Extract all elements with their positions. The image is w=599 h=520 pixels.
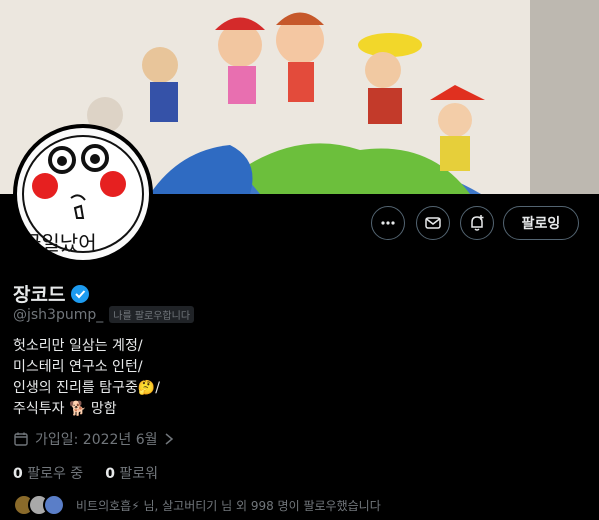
envelope-icon bbox=[425, 217, 441, 229]
more-horizontal-icon bbox=[381, 221, 395, 225]
profile-avatar[interactable]: 국일났어 bbox=[13, 124, 153, 264]
bio: 헛소리만 일삼는 계정/ 미스테리 연구소 인턴/ 인생의 진리를 탐구중🤔/ … bbox=[13, 336, 160, 420]
followers-count: 0 bbox=[105, 466, 115, 482]
followers-label: 팔로워 bbox=[119, 466, 159, 482]
avatar bbox=[43, 494, 65, 516]
bio-line: 미스테리 연구소 인턴/ bbox=[13, 359, 143, 375]
follow-stats: 0 팔로우 중 0 팔로워 bbox=[13, 463, 158, 483]
joined-date[interactable]: 가입일: 2022년 6월 bbox=[13, 429, 174, 449]
joined-label: 가입일: 2022년 6월 bbox=[35, 432, 158, 448]
following-stat[interactable]: 0 팔로우 중 bbox=[13, 463, 83, 483]
known-followers[interactable]: 비트의호흡⚡ 님, 살고버티기 님 외 998 명이 팔로우했습니다 bbox=[13, 494, 381, 516]
bio-line: 주식투자 🐕 망함 bbox=[13, 401, 117, 417]
name-row: 장코드 bbox=[13, 280, 90, 307]
following-label: 팔로우 중 bbox=[27, 466, 84, 482]
more-button[interactable] bbox=[371, 206, 405, 240]
known-followers-text: 비트의호흡⚡ 님, 살고버티기 님 외 998 명이 팔로우했습니다 bbox=[76, 498, 381, 513]
bio-line: 헛소리만 일삼는 계정/ bbox=[13, 338, 143, 354]
followers-stat[interactable]: 0 팔로워 bbox=[105, 463, 158, 483]
avatar-text: 국일났어 bbox=[23, 231, 97, 255]
notify-button[interactable] bbox=[460, 206, 494, 240]
avatar-drawing: 국일났어 bbox=[17, 128, 149, 260]
known-follower-avatars bbox=[13, 494, 65, 516]
display-name: 장코드 bbox=[13, 284, 66, 306]
handle-row: @jsh3pump_ 나를 팔로우합니다 bbox=[13, 306, 195, 323]
verified-badge-icon[interactable] bbox=[70, 284, 90, 304]
following-count: 0 bbox=[13, 466, 23, 482]
bio-line: 인생의 진리를 탐구중🤔/ bbox=[13, 380, 160, 396]
bell-plus-icon bbox=[471, 215, 484, 231]
chevron-right-icon bbox=[165, 433, 173, 445]
message-button[interactable] bbox=[416, 206, 450, 240]
calendar-icon bbox=[14, 432, 28, 446]
handle: @jsh3pump_ bbox=[13, 306, 104, 323]
follows-you-badge: 나를 팔로우합니다 bbox=[109, 306, 195, 323]
following-button[interactable]: 팔로잉 bbox=[503, 206, 579, 240]
